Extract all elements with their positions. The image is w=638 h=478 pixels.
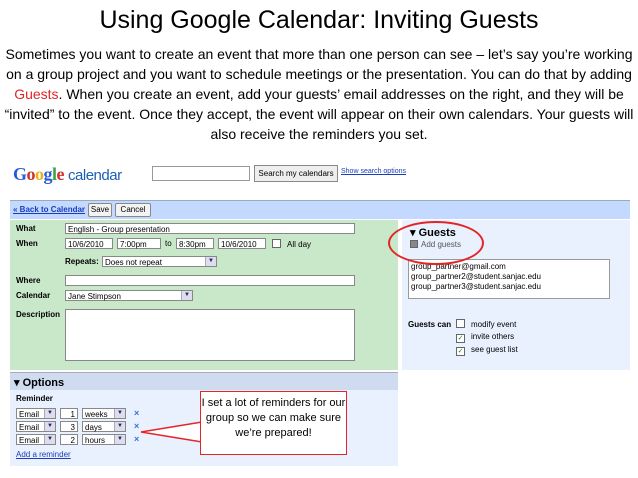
- add-reminder-link[interactable]: Add a reminder: [16, 450, 71, 459]
- intro-text-1: Sometimes you want to create an event th…: [5, 46, 633, 82]
- start-date-input[interactable]: 10/6/2010: [65, 238, 113, 249]
- description-label: Description: [16, 310, 61, 319]
- intro-paragraph: Sometimes you want to create an event th…: [4, 44, 634, 144]
- calendar-label: Calendar: [16, 291, 51, 300]
- event-toolbar: « Back to Calendar Save Cancel: [10, 200, 630, 219]
- cancel-button[interactable]: Cancel: [115, 203, 151, 217]
- chevron-down-icon: ▼: [44, 409, 55, 418]
- options-header[interactable]: ▾ Options: [10, 372, 398, 391]
- reminder-unit-select[interactable]: weeks ▼: [82, 408, 126, 419]
- guest-email: group_partner3@student.sanjac.edu: [411, 282, 541, 291]
- remove-reminder-icon[interactable]: ×: [134, 408, 139, 418]
- callout-pointer: [140, 421, 204, 443]
- reminder-method-select[interactable]: Email ▼: [16, 434, 56, 445]
- all-day-checkbox[interactable]: [272, 239, 281, 248]
- reminder-amount-input[interactable]: 3: [60, 421, 78, 432]
- permission-invite-others[interactable]: ✓ invite others: [456, 332, 514, 343]
- guest-list[interactable]: group_partner@gmail.com group_partner2@s…: [408, 259, 610, 299]
- chevron-down-icon: ▼: [114, 422, 125, 431]
- search-input[interactable]: [152, 166, 250, 181]
- reminder-amount-input[interactable]: 2: [60, 434, 78, 445]
- reminder-unit-select[interactable]: days ▼: [82, 421, 126, 432]
- intro-highlight-guests: Guests: [14, 86, 59, 102]
- callout-note: I set a lot of reminders for our group s…: [200, 391, 347, 455]
- start-time-input[interactable]: 7:00pm: [117, 238, 161, 249]
- checkbox-unchecked[interactable]: [456, 319, 465, 328]
- when-label: When: [16, 239, 38, 248]
- description-textarea[interactable]: [65, 309, 355, 361]
- where-label: Where: [16, 276, 41, 285]
- guests-can-label: Guests can: [408, 320, 452, 329]
- remove-reminder-icon[interactable]: ×: [134, 421, 139, 431]
- guest-email: group_partner2@student.sanjac.edu: [411, 272, 541, 281]
- chevron-down-icon: ▼: [205, 257, 216, 266]
- reminder-method-select[interactable]: Email ▼: [16, 421, 56, 432]
- chevron-down-icon: ▼: [114, 409, 125, 418]
- reminder-unit-select[interactable]: hours ▼: [82, 434, 126, 445]
- what-label: What: [16, 224, 36, 233]
- end-date-input[interactable]: 10/6/2010: [218, 238, 266, 249]
- intro-text-2: . When you create an event, add your gue…: [4, 86, 634, 142]
- slide-title: Using Google Calendar: Inviting Guests: [99, 6, 539, 34]
- repeats-label: Repeats:: [65, 257, 99, 266]
- chevron-down-icon: ▼: [44, 435, 55, 444]
- end-time-input[interactable]: 8:30pm: [176, 238, 214, 249]
- reminder-amount-input[interactable]: 1: [60, 408, 78, 419]
- collapse-icon: ▾: [14, 377, 20, 389]
- where-input[interactable]: [65, 275, 355, 286]
- chevron-down-icon: ▼: [44, 422, 55, 431]
- all-day-label: All day: [287, 240, 312, 249]
- search-button[interactable]: Search my calendars: [254, 165, 338, 182]
- save-button[interactable]: Save: [88, 203, 112, 217]
- permission-see-guest-list[interactable]: ✓ see guest list: [456, 345, 518, 356]
- google-calendar-logo: Google calendar: [13, 164, 122, 184]
- reminder-label: Reminder: [16, 394, 53, 403]
- to-label: to: [165, 239, 172, 248]
- checkbox-checked[interactable]: ✓: [456, 347, 465, 356]
- all-day-checkbox-row[interactable]: All day: [272, 239, 311, 249]
- reminder-method-select[interactable]: Email ▼: [16, 408, 56, 419]
- checkbox-checked[interactable]: ✓: [456, 334, 465, 343]
- chevron-down-icon: ▼: [181, 291, 192, 300]
- event-details-pane: What English - Group presentation When 1…: [10, 220, 398, 370]
- options-title: Options: [22, 377, 65, 389]
- back-to-calendar-link[interactable]: « Back to Calendar: [13, 205, 85, 214]
- show-search-options-link[interactable]: Show search options: [341, 168, 406, 175]
- what-input[interactable]: English - Group presentation: [65, 223, 355, 234]
- permission-modify-event[interactable]: modify event: [456, 319, 516, 329]
- chevron-down-icon: ▼: [114, 435, 125, 444]
- calendar-select[interactable]: Jane Stimpson ▼: [65, 290, 193, 301]
- guests-highlight-circle: [388, 221, 484, 265]
- remove-reminder-icon[interactable]: ×: [134, 434, 139, 444]
- repeats-select[interactable]: Does not repeat ▼: [102, 256, 217, 267]
